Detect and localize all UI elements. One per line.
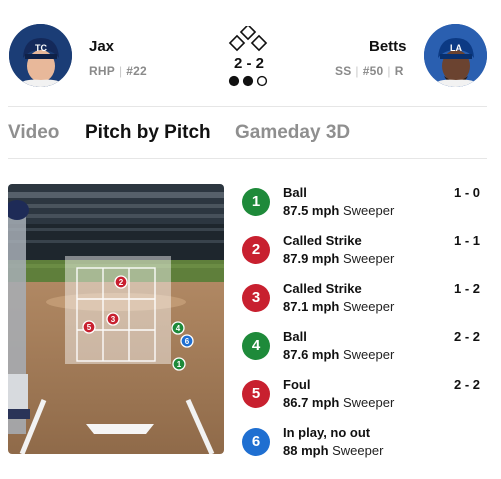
- pitch-number-badge: 3: [242, 284, 270, 312]
- pitch-speed: 87.9 mph: [283, 251, 340, 266]
- pitch-detail: 87.5 mph Sweeper: [283, 203, 394, 218]
- pitch-row[interactable]: 6 In play, no out 88 mph Sweeper: [240, 420, 490, 468]
- pitch-location-marker[interactable]: 3: [106, 312, 120, 326]
- separator: |: [355, 64, 359, 78]
- pitch-result: Foul: [283, 377, 311, 392]
- svg-text:4: 4: [176, 324, 181, 333]
- pitcher-number: #22: [126, 64, 147, 78]
- header-divider: [8, 106, 487, 107]
- pitch-location-marker[interactable]: 4: [171, 321, 185, 335]
- pitch-location-marker[interactable]: 1: [172, 357, 186, 371]
- pitch-number-badge: 1: [242, 188, 270, 216]
- ball-strike-count: 2 - 2: [233, 55, 264, 72]
- pitch-result: Ball: [283, 185, 307, 200]
- tab-gameday-3d[interactable]: Gameday 3D: [235, 122, 350, 144]
- pitch-number-badge: 4: [242, 332, 270, 360]
- pitch-count-after: 1 - 0: [453, 185, 480, 200]
- pitch-result: Ball: [283, 329, 307, 344]
- pitch-type: Sweeper: [328, 443, 384, 458]
- pitch-count-after: 1 - 2: [453, 281, 480, 296]
- pitch-type: Sweeper: [339, 395, 395, 410]
- pitch-number-badge: 2: [242, 236, 270, 264]
- pitcher-headshot-avatar: TC: [9, 24, 72, 87]
- pitch-number-badge: 5: [242, 380, 270, 408]
- separator: |: [387, 64, 391, 78]
- pitch-speed: 88 mph: [283, 443, 329, 458]
- pitch-row[interactable]: 4 Ball 87.6 mph Sweeper 2 - 2: [240, 324, 490, 372]
- pitch-detail: 87.1 mph Sweeper: [283, 299, 394, 314]
- pitch-speed: 87.5 mph: [283, 203, 340, 218]
- tab-pitch-by-pitch[interactable]: Pitch by Pitch: [85, 122, 211, 144]
- outs-indicator: [228, 75, 268, 87]
- pitcher-position: RHP: [89, 64, 115, 78]
- pitch-type: Sweeper: [339, 347, 395, 362]
- pitch-result: Called Strike: [283, 233, 362, 248]
- pitcher-meta: RHP | #22: [89, 64, 147, 78]
- svg-text:5: 5: [87, 323, 92, 332]
- pitch-type: Sweeper: [339, 251, 395, 266]
- svg-text:3: 3: [111, 315, 116, 324]
- pitch-row[interactable]: 5 Foul 86.7 mph Sweeper 2 - 2: [240, 372, 490, 420]
- pitch-location-marker[interactable]: 6: [180, 334, 194, 348]
- batter-headshot-avatar: LA: [424, 24, 487, 87]
- pitch-count-after: 2 - 2: [453, 377, 480, 392]
- pitch-type: Sweeper: [339, 203, 395, 218]
- pitch-row[interactable]: 2 Called Strike 87.9 mph Sweeper 1 - 1: [240, 228, 490, 276]
- svg-text:1: 1: [177, 360, 182, 369]
- bases-diamond-icon: [228, 26, 268, 52]
- pitcher-avatar[interactable]: TC: [9, 24, 72, 87]
- pitch-detail: 88 mph Sweeper: [283, 443, 383, 458]
- pitch-location-marker[interactable]: 5: [82, 320, 96, 334]
- broadcast-strike-zone-view: 1 2 3 4 5 6: [8, 184, 224, 454]
- tab-video[interactable]: Video: [8, 122, 59, 144]
- batter-name[interactable]: Betts: [369, 38, 407, 55]
- pitch-result: In play, no out: [283, 425, 371, 440]
- pitch-location-marker[interactable]: 2: [114, 275, 128, 289]
- batter-avatar[interactable]: LA: [424, 24, 487, 87]
- svg-text:LA: LA: [450, 43, 462, 53]
- pitch-detail: 87.6 mph Sweeper: [283, 347, 394, 362]
- svg-text:2: 2: [119, 278, 124, 287]
- tabs-divider: [8, 158, 487, 159]
- out-dot-filled: [228, 75, 240, 87]
- batter-meta: SS | #50 | R: [335, 64, 404, 78]
- out-dot-empty: [256, 75, 268, 87]
- batter-number: #50: [362, 64, 384, 78]
- pitch-number-badge: 6: [242, 428, 270, 456]
- pitch-detail: 87.9 mph Sweeper: [283, 251, 394, 266]
- out-dot-filled: [242, 75, 254, 87]
- separator: |: [118, 64, 123, 78]
- pitch-type: Sweeper: [339, 299, 395, 314]
- pitch-speed: 86.7 mph: [283, 395, 340, 410]
- pitch-count-after: 1 - 1: [453, 233, 480, 248]
- svg-text:TC: TC: [35, 43, 47, 53]
- batter-position: SS: [335, 64, 352, 78]
- pitch-count-after: 2 - 2: [453, 329, 480, 344]
- pitch-detail: 86.7 mph Sweeper: [283, 395, 394, 410]
- pitch-speed: 87.1 mph: [283, 299, 340, 314]
- pitch-row[interactable]: 1 Ball 87.5 mph Sweeper 1 - 0: [240, 180, 490, 228]
- pitch-speed: 87.6 mph: [283, 347, 340, 362]
- matchup-header: TC Jax RHP | #22 2 - 2 Betts SS | #50 | R LA: [0, 0, 501, 106]
- strike-zone-view[interactable]: 1 2 3 4 5 6: [8, 184, 224, 454]
- batter-bats: R: [394, 64, 404, 78]
- pitch-row[interactable]: 3 Called Strike 87.1 mph Sweeper 1 - 2: [240, 276, 490, 324]
- svg-text:6: 6: [185, 337, 190, 346]
- pitcher-name[interactable]: Jax: [89, 38, 114, 55]
- pitch-result: Called Strike: [283, 281, 362, 296]
